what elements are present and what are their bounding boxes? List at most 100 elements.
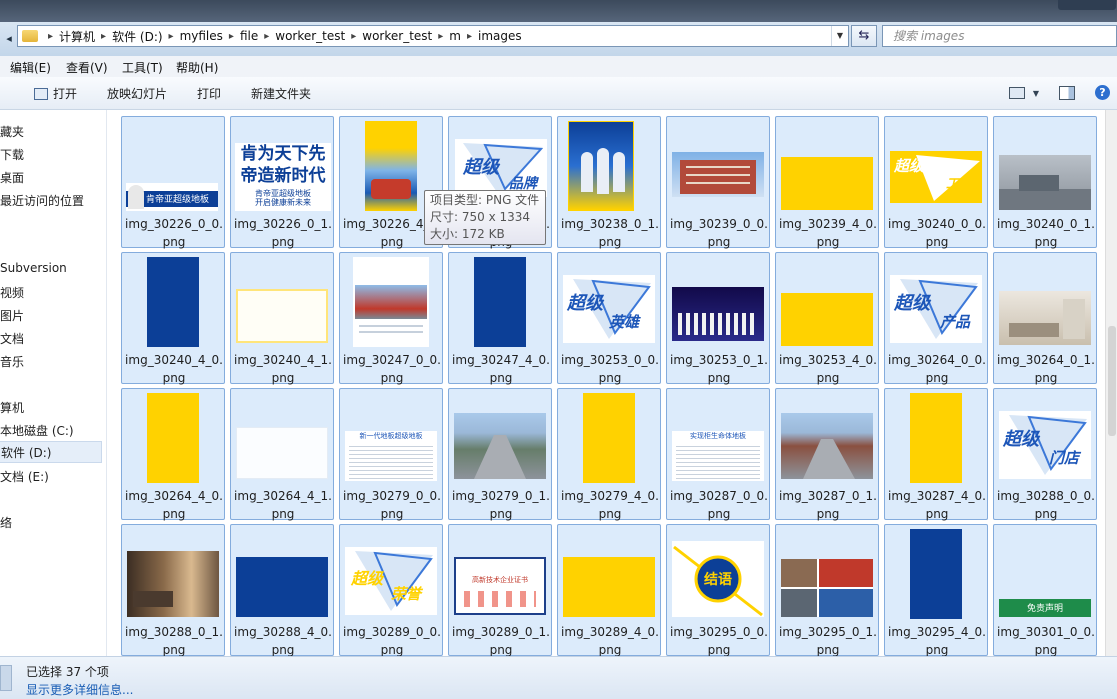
menu-edit[interactable]: 编辑(E) (10, 59, 51, 76)
preview-pane-button[interactable] (1058, 84, 1076, 102)
new-folder-button[interactable]: 新建文件夹 (251, 85, 311, 102)
menu-tools[interactable]: 工具(T) (122, 59, 163, 76)
breadcrumb-item[interactable]: ▸ m (432, 29, 461, 43)
window-controls[interactable] (1058, 0, 1116, 10)
nav-drive-e[interactable]: 文档 (E:) (0, 468, 49, 485)
file-tile[interactable]: img_30289_4_0.png (557, 524, 661, 656)
file-tile[interactable]: img_30253_0_1.png (666, 252, 770, 385)
refresh-icon: ⇆ (858, 28, 870, 43)
file-tile[interactable]: img_30239_0_0.png (666, 116, 770, 249)
file-tile[interactable]: 实现柜生命体地板 img_30287_0_0.png (666, 388, 770, 521)
file-name: img_30226_0_1.png (234, 217, 332, 249)
nav-music[interactable]: 音乐 (0, 353, 24, 370)
vertical-scrollbar[interactable] (1105, 110, 1117, 656)
file-tile[interactable]: 超级 荣誉 img_30289_0_0.png (339, 524, 443, 656)
file-tile[interactable]: img_30279_4_0.png (557, 388, 661, 521)
address-dropdown-icon[interactable]: ▼ (831, 26, 848, 46)
file-tile[interactable]: img_30247_0_0.png (339, 252, 443, 385)
file-tile[interactable]: img_30264_4_0.png (121, 388, 225, 521)
file-tile[interactable]: img_30279_0_1.png (448, 388, 552, 521)
nav-recent-places[interactable]: 最近访问的位置 (0, 192, 84, 209)
nav-downloads[interactable]: 下载 (0, 146, 24, 163)
photo-collage-thumbnail (781, 559, 873, 617)
file-tile[interactable]: img_30240_4_1.png (230, 252, 334, 385)
file-tile[interactable]: img_30288_4_0.png (230, 524, 334, 656)
address-row: ◂ ▸ 计算机 ▸ 软件 (D:) ▸ myfiles ▸ file ▸ worker_t… (0, 22, 1117, 56)
scrollbar-thumb[interactable] (1108, 326, 1116, 436)
slideshow-label: 放映幻灯片 (107, 87, 168, 101)
thumb-text: 帝造新时代 (240, 166, 326, 186)
road-graphic (474, 435, 526, 479)
file-tile[interactable]: 肯为天下先 帝造新时代 肯帝亚超级地板 开启健康新未来 img_30226_0_… (230, 116, 334, 249)
file-tile[interactable]: 超级 工厂 img_30240_0_0.png (884, 116, 988, 249)
file-name: img_30264_0_0.png (888, 353, 986, 385)
file-tile[interactable]: img_30239_4_0.png (775, 116, 879, 249)
file-tile[interactable]: img_30295_4_0.png (884, 524, 988, 656)
road-photo-thumbnail (454, 413, 546, 479)
slideshow-button[interactable]: 放映幻灯片 (107, 85, 167, 102)
breadcrumb-item[interactable]: ▸ images (461, 29, 522, 43)
building-photo-thumbnail (672, 152, 764, 197)
nav-documents[interactable]: 文档 (0, 330, 24, 347)
yellow-block-thumbnail (910, 393, 962, 483)
chevron-right-icon: ▸ (438, 30, 444, 42)
thumb-text: 肯为天下先 (240, 144, 326, 164)
file-name: img_30240_0_0.png (888, 217, 986, 249)
nav-pictures[interactable]: 图片 (0, 307, 24, 324)
file-tile[interactable]: img_30240_0_1.png (993, 116, 1097, 249)
menu-help[interactable]: 帮助(H) (176, 59, 218, 76)
file-tile[interactable]: 高新技术企业证书 img_30289_0_1.png (448, 524, 552, 656)
nav-drive-d[interactable]: 软件 (D:) (0, 441, 102, 463)
breadcrumb-item[interactable]: ▸ myfiles (163, 29, 223, 43)
refresh-button[interactable]: ⇆ (851, 25, 877, 47)
file-tile[interactable]: img_30264_4_1.png (230, 388, 334, 521)
file-info-tooltip: 项目类型: PNG 文件 尺寸: 750 x 1334 大小: 172 KB (424, 190, 546, 245)
file-tile[interactable]: img_30238_0_1.png (557, 116, 661, 249)
breadcrumb-item[interactable]: ▸ worker_test (345, 29, 432, 43)
file-name: img_30287_0_1.png (779, 489, 877, 521)
file-tile[interactable]: 超级 门店 img_30288_0_0.png (993, 388, 1097, 521)
tooltip-dimensions: 尺寸: 750 x 1334 (430, 210, 531, 224)
nav-favorites[interactable]: 藏夹 (0, 123, 24, 140)
file-tile[interactable]: img_30287_0_1.png (775, 388, 879, 521)
breadcrumb-item[interactable]: ▸ file (223, 29, 258, 43)
breadcrumb-item[interactable]: ▸ 计算机 (42, 28, 95, 45)
text-document-thumbnail: 实现柜生命体地板 (672, 431, 764, 481)
nav-computer[interactable]: 算机 (0, 399, 24, 416)
thumb-text: 超级 (351, 569, 384, 588)
print-button[interactable]: 打印 (197, 85, 221, 102)
thumb-text: 新一代地板超级地板 (359, 432, 423, 440)
file-tile[interactable]: img_30264_0_1.png (993, 252, 1097, 385)
file-tile[interactable]: 结语 img_30295_0_0.png (666, 524, 770, 656)
file-name: img_30288_4_0.png (234, 625, 332, 656)
nav-network[interactable]: 络 (0, 514, 12, 531)
nav-drive-c[interactable]: 本地磁盘 (C:) (0, 422, 74, 439)
file-tile[interactable]: img_30295_0_1.png (775, 524, 879, 656)
address-bar[interactable]: ▸ 计算机 ▸ 软件 (D:) ▸ myfiles ▸ file ▸ worker_tes… (17, 25, 849, 47)
file-tile[interactable]: img_30247_4_0.png (448, 252, 552, 385)
search-input[interactable]: 搜索 images (882, 25, 1117, 47)
file-tile[interactable]: 免责声明 img_30301_0_0.png (993, 524, 1097, 656)
open-button[interactable]: 打开 (34, 85, 77, 102)
thumb-text: 实现柜生命体地板 (690, 432, 746, 440)
file-name: img_30295_4_0.png (888, 625, 986, 656)
view-options-button[interactable]: ▼ (1004, 84, 1044, 102)
file-tile[interactable]: 新一代地板超级地板 img_30279_0_0.png (339, 388, 443, 521)
nav-videos[interactable]: 视频 (0, 284, 24, 301)
help-icon[interactable]: ? (1095, 85, 1110, 100)
file-tile[interactable]: img_30287_4_0.png (884, 388, 988, 521)
file-tile[interactable]: img_30240_4_0.png (121, 252, 225, 385)
menu-view[interactable]: 查看(V) (66, 59, 108, 76)
breadcrumb-item[interactable]: ▸ worker_test (258, 29, 345, 43)
file-tile[interactable]: 超级 英雄 img_30253_0_0.png (557, 252, 661, 385)
thumb-text: 工厂 (946, 177, 973, 192)
nav-subversion[interactable]: Subversion (0, 261, 67, 275)
back-arrow-icon[interactable]: ◂ (2, 30, 16, 48)
file-tile[interactable]: img_30288_0_1.png (121, 524, 225, 656)
file-tile[interactable]: img_30253_4_0.png (775, 252, 879, 385)
nav-desktop[interactable]: 桌面 (0, 169, 24, 186)
breadcrumb-item[interactable]: ▸ 软件 (D:) (95, 28, 163, 45)
more-details-link[interactable]: 显示更多详细信息... (26, 681, 133, 698)
file-tile[interactable]: 超级 产品 img_30264_0_0.png (884, 252, 988, 385)
file-tile[interactable]: 肯帝亚超级地板 img_30226_0_0.png (121, 116, 225, 249)
